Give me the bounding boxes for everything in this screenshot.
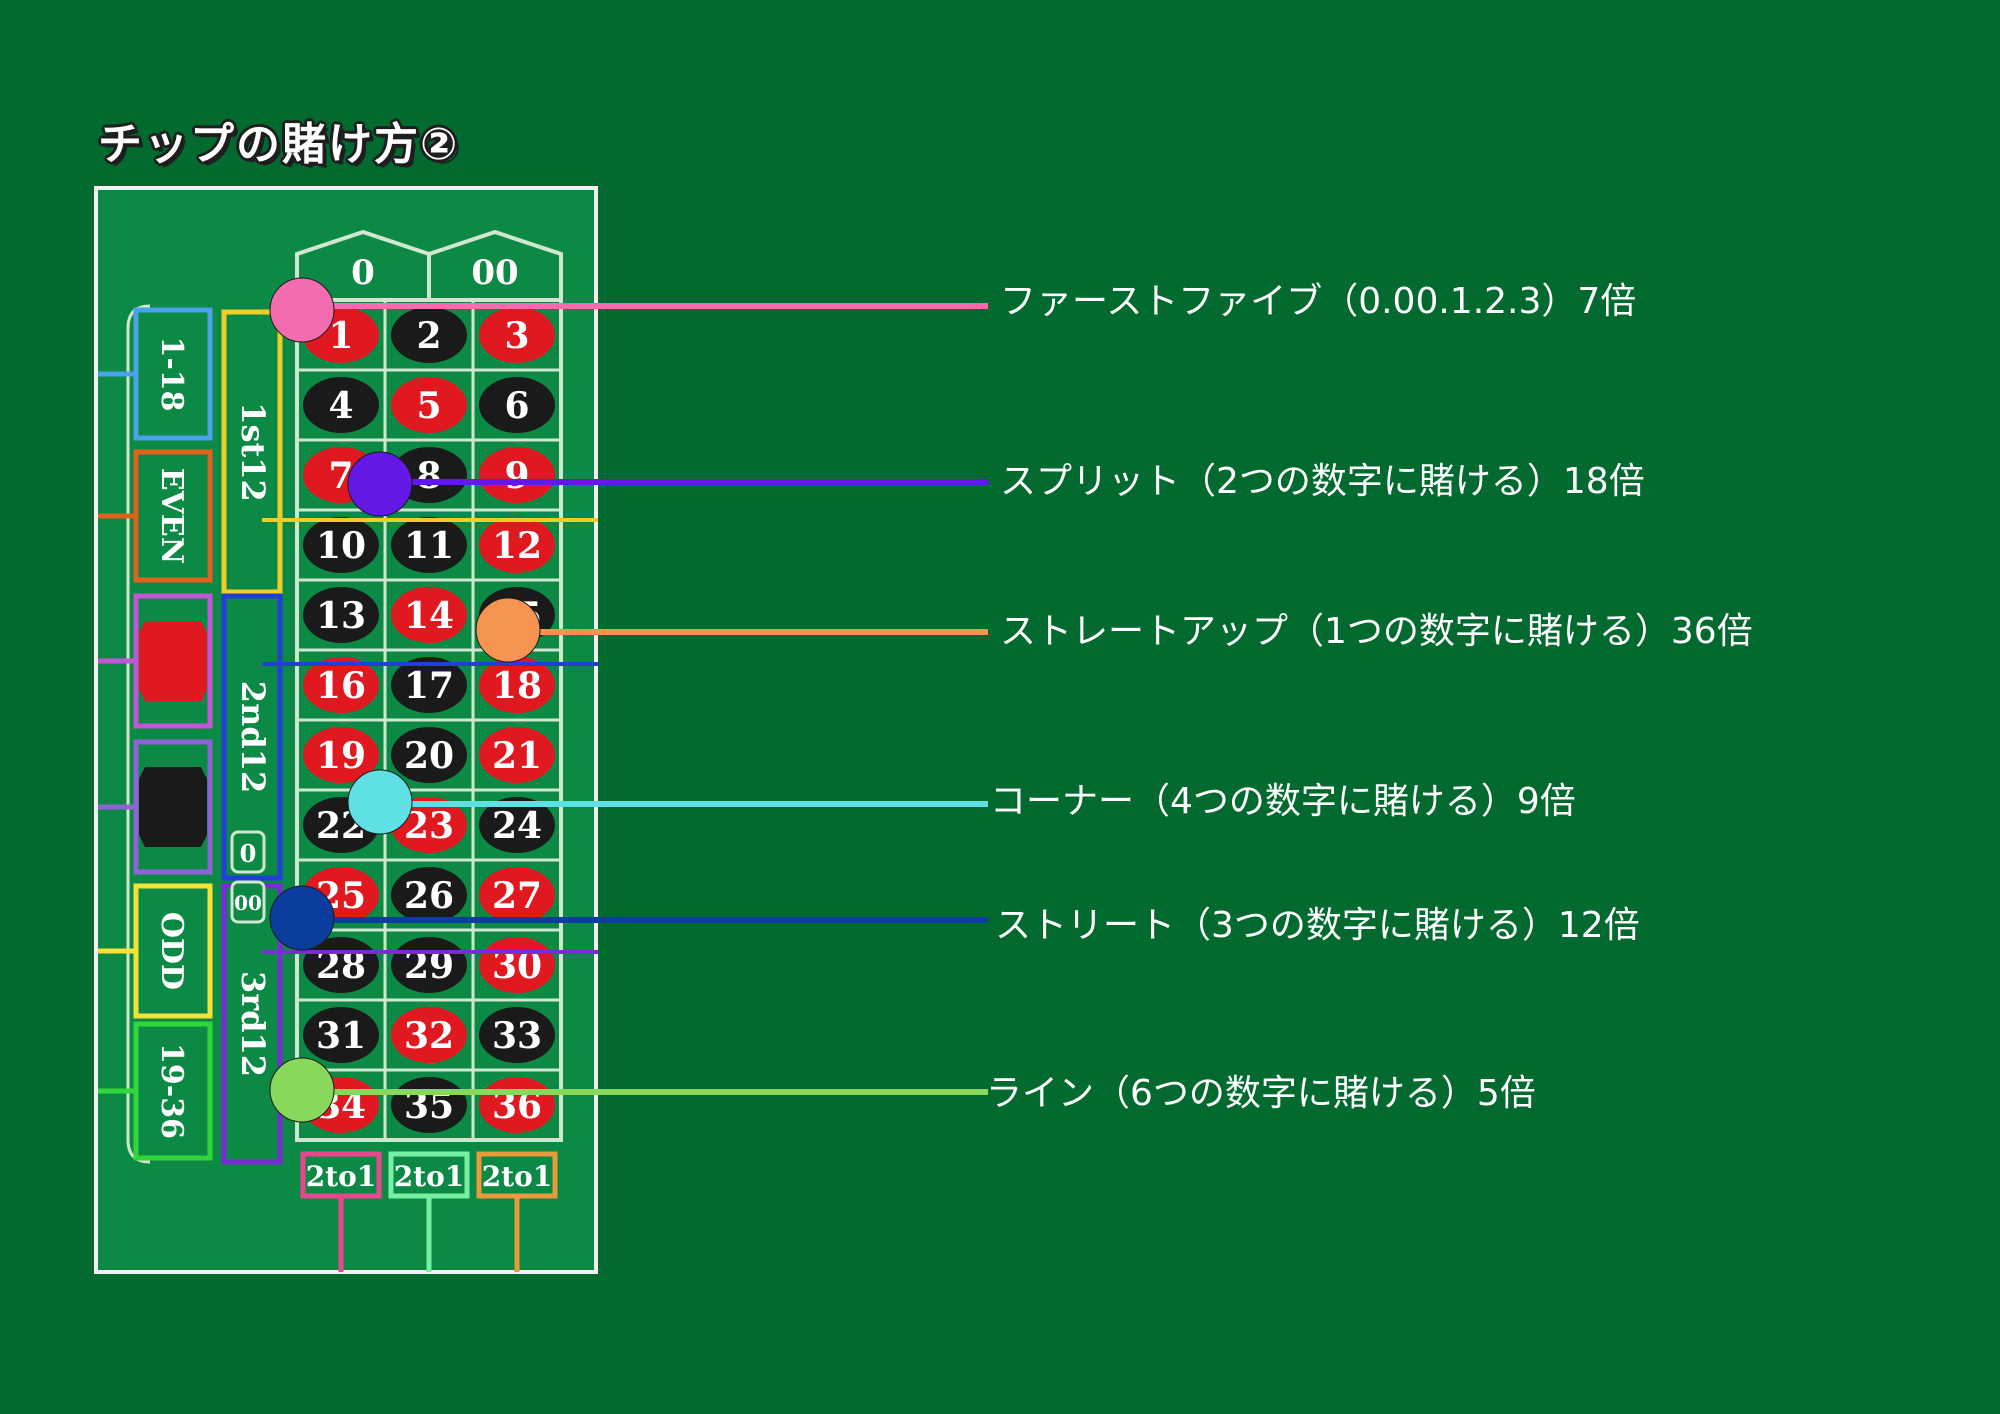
bet-chip-marker — [269, 1057, 335, 1123]
number-label: 3 — [504, 315, 529, 357]
side-bet-label: 19-36 — [154, 1043, 189, 1139]
number-label: 23 — [404, 805, 454, 847]
number-label: 14 — [404, 595, 454, 637]
side-bet-label: EVEN — [154, 468, 189, 564]
bet-chip-marker — [347, 769, 413, 835]
number-label: 18 — [492, 665, 542, 707]
number-label: 12 — [492, 525, 542, 567]
bet-label: ファーストファイブ（0.00.1.2.3）7倍 — [1000, 281, 1637, 322]
number-label: 8 — [416, 455, 441, 497]
number-label: 21 — [492, 735, 542, 777]
number-label: 5 — [416, 385, 441, 427]
number-label: 26 — [404, 875, 454, 917]
mini-double-zero-label: 00 — [234, 891, 262, 915]
number-label: 27 — [492, 875, 542, 917]
number-label: 9 — [504, 455, 529, 497]
bet-label: コーナー（4つの数字に賭ける）9倍 — [990, 781, 1576, 822]
dozen-label: 3rd12 — [234, 971, 272, 1077]
bet-label: ストレートアップ（1つの数字に賭ける）36倍 — [1000, 611, 1753, 652]
dozen-label: 1st12 — [234, 402, 272, 502]
side-bet-label: 1-18 — [154, 336, 189, 411]
bet-chip-marker — [269, 885, 335, 951]
number-grid: 0001234567891011121314151617181920212223… — [98, 229, 598, 1272]
bet-chip-marker — [347, 451, 413, 517]
number-label: 6 — [504, 385, 529, 427]
zero-label: 00 — [471, 253, 518, 293]
number-label: 11 — [404, 525, 454, 567]
number-label: 20 — [404, 735, 454, 777]
number-label: 17 — [404, 665, 454, 707]
red-diamond-shape — [139, 621, 207, 701]
number-label: 16 — [316, 665, 366, 707]
number-label: 32 — [404, 1015, 454, 1057]
side-bet-label: ODD — [154, 912, 189, 990]
bet-chip-marker — [269, 277, 335, 343]
number-label: 31 — [316, 1015, 366, 1057]
number-label: 2 — [416, 315, 441, 357]
board-overlay: 0001234567891011121314151617181920212223… — [98, 229, 988, 1272]
column-bet-label: 2to1 — [306, 1160, 377, 1193]
dozen-label: 2nd12 — [234, 681, 272, 793]
number-label: 33 — [492, 1015, 542, 1057]
mini-zero-label: 0 — [240, 839, 257, 868]
column-bet-label: 2to1 — [482, 1160, 553, 1193]
black-diamond-shape — [139, 767, 207, 847]
column-bet-label: 2to1 — [394, 1160, 465, 1193]
number-label: 19 — [316, 735, 366, 777]
number-label: 13 — [316, 595, 366, 637]
bet-label: ストリート（3つの数字に賭ける）12倍 — [995, 905, 1640, 946]
bet-label: ライン（6つの数字に賭ける）5倍 — [986, 1073, 1536, 1114]
number-label: 24 — [492, 805, 542, 847]
zero-label: 0 — [351, 253, 375, 293]
bet-chip-marker — [475, 597, 541, 663]
number-label: 4 — [328, 385, 353, 427]
bet-label: スプリット（2つの数字に賭ける）18倍 — [1000, 461, 1645, 502]
number-label: 10 — [316, 525, 366, 567]
